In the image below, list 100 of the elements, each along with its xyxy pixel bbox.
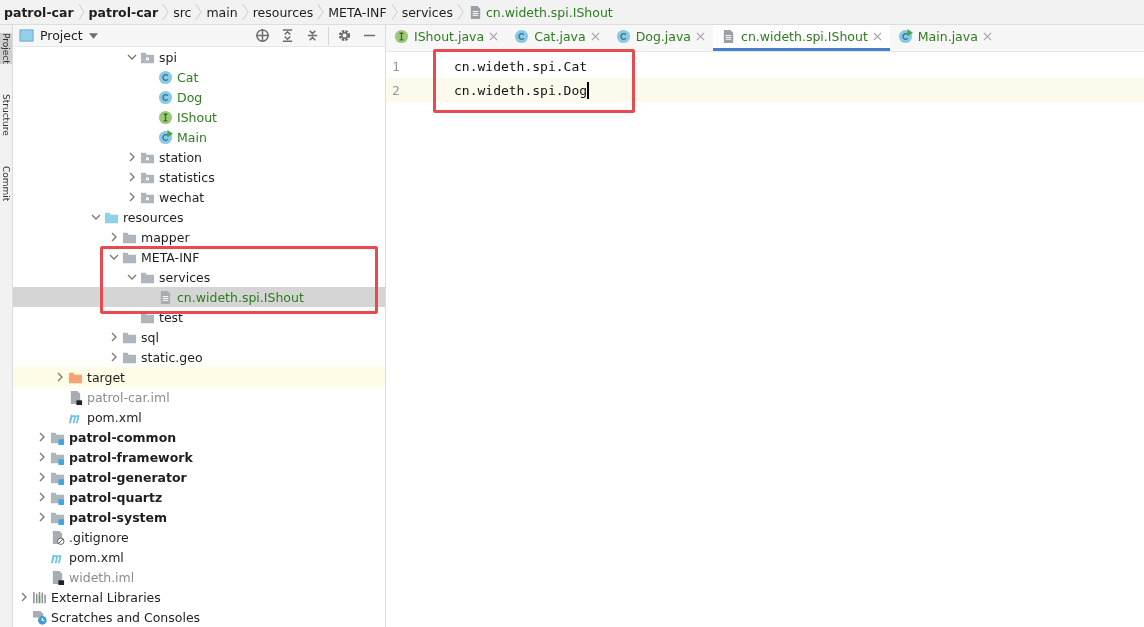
chevron-icon[interactable]: [37, 512, 47, 522]
chevron-icon[interactable]: [127, 152, 137, 162]
line-number: 1: [391, 58, 401, 74]
breadcrumb-item[interactable]: META-INF: [328, 4, 387, 20]
tree-item-label: wideth.iml: [69, 569, 135, 585]
text-file-icon: [721, 29, 736, 44]
close-icon[interactable]: [696, 32, 705, 41]
editor-tab[interactable]: IShout.java: [386, 25, 507, 51]
libraries-icon: [32, 589, 47, 605]
tree-item[interactable]: Cat: [13, 67, 385, 87]
chevron-icon[interactable]: [109, 332, 119, 342]
tree-item[interactable]: patrol-common: [13, 427, 385, 447]
chevron-icon[interactable]: [127, 272, 137, 282]
chevron-icon[interactable]: [37, 492, 47, 502]
crosshair-icon[interactable]: [255, 28, 270, 43]
close-icon[interactable]: [489, 32, 499, 41]
tree-item-label: resources: [123, 209, 184, 225]
tree-item-label: patrol-framework: [69, 449, 193, 465]
class-icon: [615, 29, 631, 44]
chevron-icon[interactable]: [55, 372, 65, 382]
chevron-icon[interactable]: [109, 232, 119, 242]
breadcrumb-item[interactable]: src: [173, 4, 192, 20]
chevron-icon[interactable]: [91, 212, 101, 222]
breadcrumb-item[interactable]: patrol-car: [4, 4, 74, 20]
runnable-class-icon: [897, 29, 913, 44]
editor-tab[interactable]: Main.java: [889, 25, 1000, 51]
tree-item[interactable]: pom.xml: [13, 407, 385, 427]
tree-item[interactable]: patrol-car.iml: [13, 387, 385, 407]
editor-tab[interactable]: Dog.java: [607, 25, 713, 51]
tree-item[interactable]: patrol-framework: [13, 447, 385, 467]
chevron-icon: [456, 2, 464, 22]
tree-item[interactable]: statistics: [13, 167, 385, 187]
tree-item[interactable]: External Libraries: [13, 587, 385, 607]
collapse-all-icon[interactable]: [305, 28, 320, 43]
chevron-icon[interactable]: [37, 452, 47, 462]
tree-item[interactable]: Main: [13, 127, 385, 147]
window-icon: [19, 28, 34, 43]
caret-icon[interactable]: [88, 32, 98, 39]
tree-item-label: patrol-common: [69, 429, 177, 445]
close-icon[interactable]: [982, 32, 992, 41]
panel-title[interactable]: Project: [40, 28, 83, 43]
tree-item[interactable]: wechat: [13, 187, 385, 207]
breadcrumb-item[interactable]: services: [401, 4, 453, 20]
tree-item[interactable]: static.geo: [13, 347, 385, 367]
tool-window-tab[interactable]: Structure: [0, 93, 12, 136]
tree-item[interactable]: cn.wideth.spi.IShout: [13, 287, 385, 307]
tree-item-label: META-INF: [141, 249, 200, 265]
tree-item[interactable]: station: [13, 147, 385, 167]
tree-item[interactable]: pom.xml: [13, 547, 385, 567]
text-file-icon: [158, 289, 173, 305]
chevron-icon[interactable]: [109, 352, 119, 362]
chevron-icon: [241, 2, 249, 22]
close-icon[interactable]: [590, 32, 600, 41]
tree-item[interactable]: test: [13, 307, 385, 327]
tree-item[interactable]: META-INF: [13, 247, 385, 267]
chevron-icon[interactable]: [127, 52, 137, 62]
tree-item-label: patrol-generator: [69, 469, 187, 485]
tree-item-label: pom.xml: [69, 549, 124, 565]
chevron-icon: [162, 2, 170, 22]
tree-item[interactable]: Scratches and Consoles: [13, 607, 385, 627]
editor-tab[interactable]: Cat.java: [506, 25, 608, 51]
tree-item[interactable]: patrol-system: [13, 507, 385, 527]
class-icon: [514, 29, 530, 44]
tree-item-label: patrol-system: [69, 509, 168, 525]
breadcrumb-item[interactable]: resources: [252, 4, 314, 20]
breadcrumb-item[interactable]: cn.wideth.spi.IShout: [485, 4, 613, 20]
editor-tab[interactable]: cn.wideth.spi.IShout: [713, 25, 890, 51]
tree-item[interactable]: IShout: [13, 107, 385, 127]
tool-window-tab[interactable]: Commit: [0, 165, 12, 202]
chevron-icon[interactable]: [19, 592, 29, 602]
tree-item-label: Cat: [177, 69, 199, 85]
tree-item-label: External Libraries: [51, 589, 161, 605]
tree-item-label: patrol-car.iml: [87, 389, 170, 405]
chevron-icon[interactable]: [109, 252, 119, 262]
tree-item[interactable]: Dog: [13, 87, 385, 107]
tree-item-label: sql: [141, 329, 159, 345]
tree-item[interactable]: patrol-quartz: [13, 487, 385, 507]
tree-item[interactable]: services: [13, 267, 385, 287]
tree-item[interactable]: target: [13, 367, 385, 387]
tree-item[interactable]: patrol-generator: [13, 467, 385, 487]
tree-item[interactable]: mapper: [13, 227, 385, 247]
tool-window-tab[interactable]: Project: [0, 33, 12, 64]
expand-all-icon[interactable]: [280, 28, 295, 43]
chevron-icon[interactable]: [127, 172, 137, 182]
tree-item-label: pom.xml: [87, 409, 142, 425]
settings-icon[interactable]: [337, 28, 352, 43]
tree-item[interactable]: sql: [13, 327, 385, 347]
chevron-icon[interactable]: [127, 192, 137, 202]
tree-item[interactable]: wideth.iml: [13, 567, 385, 587]
tree-item[interactable]: resources: [13, 207, 385, 227]
tree-item[interactable]: .gitignore: [13, 527, 385, 547]
chevron-icon[interactable]: [37, 432, 47, 442]
tree-item[interactable]: spi: [13, 47, 385, 67]
line-number: 2: [391, 82, 401, 98]
runnable-class-icon: [158, 129, 173, 145]
chevron-icon[interactable]: [37, 472, 47, 482]
breadcrumb-item[interactable]: main: [206, 4, 238, 20]
chevron-icon: [317, 2, 325, 22]
close-icon[interactable]: [872, 32, 882, 41]
breadcrumb-item[interactable]: patrol-car: [88, 4, 159, 20]
